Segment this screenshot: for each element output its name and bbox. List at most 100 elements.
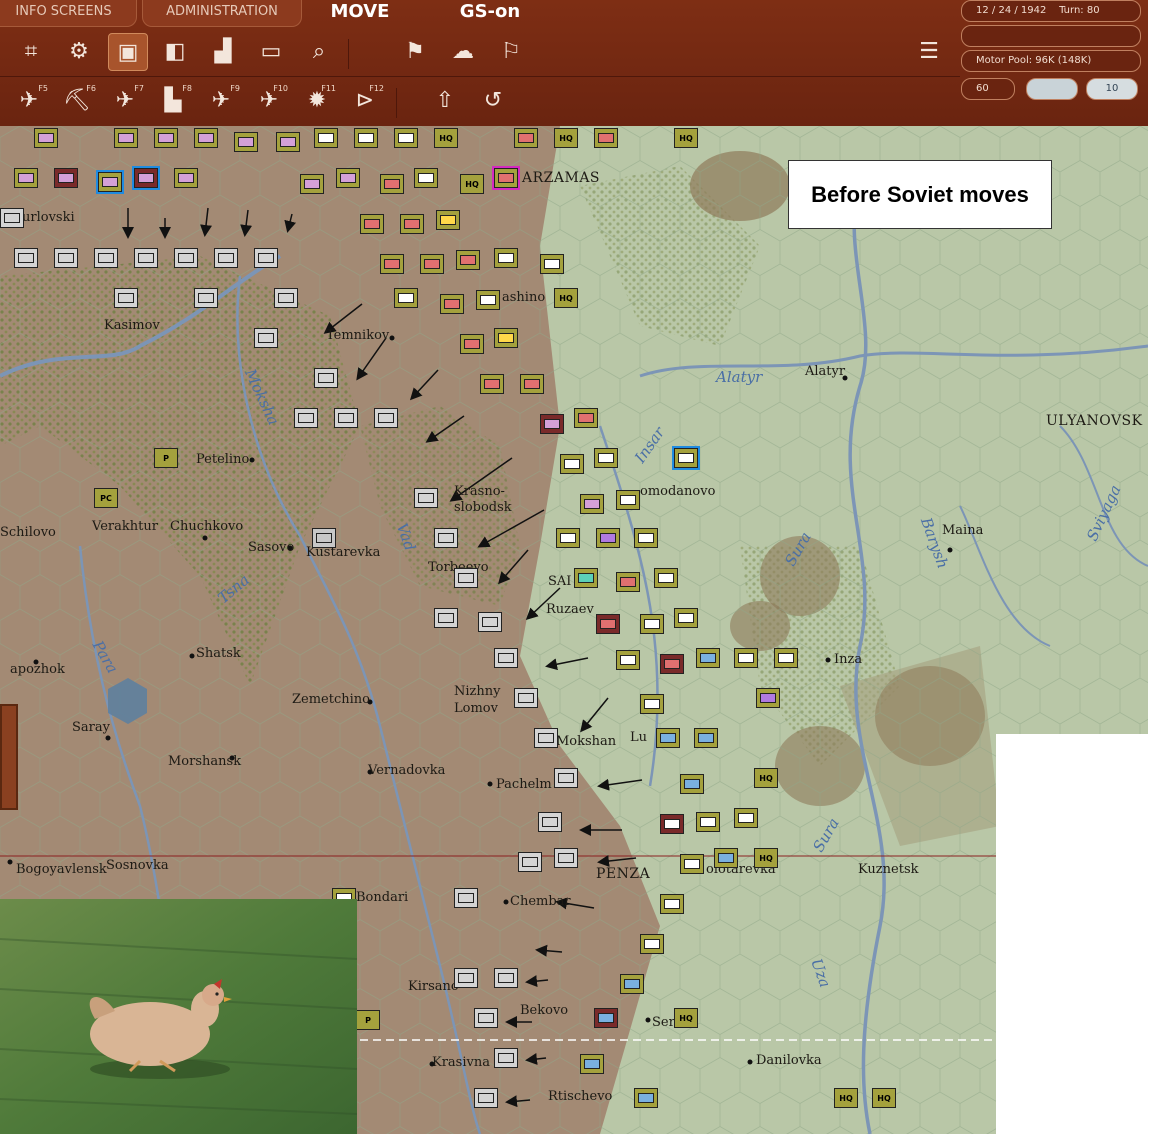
axis-unit[interactable]	[494, 328, 518, 348]
axis-unit-selected[interactable]	[132, 166, 160, 190]
soviet-unit[interactable]	[134, 248, 158, 268]
axis-unit[interactable]	[696, 648, 720, 668]
axis-unit[interactable]	[660, 894, 684, 914]
axis-unit[interactable]	[734, 648, 758, 668]
axis-hq[interactable]: HQ	[674, 128, 698, 148]
weather-toggle[interactable]	[1026, 78, 1078, 100]
soviet-unit[interactable]	[194, 288, 218, 308]
axis-unit[interactable]	[774, 648, 798, 668]
weather-button[interactable]: ☁	[444, 33, 482, 69]
axis-unit-selected[interactable]	[492, 166, 520, 190]
partisan-marker[interactable]: PC	[94, 488, 118, 508]
axis-unit[interactable]	[680, 774, 704, 794]
axis-unit[interactable]	[336, 168, 360, 188]
axis-unit[interactable]	[300, 174, 324, 194]
air-recon-button[interactable]: ⊳ F12	[346, 82, 384, 118]
axis-unit[interactable]	[574, 568, 598, 588]
axis-unit-selected[interactable]	[96, 170, 124, 194]
hex-box-button[interactable]: ▭	[252, 33, 290, 69]
axis-hq[interactable]: HQ	[754, 768, 778, 788]
axis-unit[interactable]	[616, 650, 640, 670]
axis-hq[interactable]: HQ	[460, 174, 484, 194]
axis-unit[interactable]	[494, 248, 518, 268]
interdiction-button[interactable]: ✈ F7	[106, 82, 144, 118]
tab-info-screens[interactable]: INFO SCREENS	[0, 0, 137, 27]
axis-unit[interactable]	[420, 254, 444, 274]
soviet-unit[interactable]	[374, 408, 398, 428]
soviet-unit[interactable]	[494, 968, 518, 988]
axis-unit[interactable]	[456, 250, 480, 270]
axis-unit[interactable]	[314, 128, 338, 148]
soviet-unit[interactable]	[514, 688, 538, 708]
axis-unit[interactable]	[514, 128, 538, 148]
axis-unit[interactable]	[594, 448, 618, 468]
axis-unit[interactable]	[360, 214, 384, 234]
menu-button[interactable]: ☰	[910, 33, 948, 69]
soviet-unit[interactable]	[534, 728, 558, 748]
axis-unit[interactable]	[574, 408, 598, 428]
axis-unit[interactable]	[154, 128, 178, 148]
axis-unit[interactable]	[660, 654, 684, 674]
axis-unit[interactable]	[234, 132, 258, 152]
soviet-unit[interactable]	[554, 848, 578, 868]
soviet-unit[interactable]	[0, 208, 24, 228]
soviet-unit[interactable]	[538, 812, 562, 832]
axis-unit[interactable]	[14, 168, 38, 188]
partisan-marker[interactable]: P	[154, 448, 178, 468]
air-transfer-button[interactable]: ✈ F10	[250, 82, 288, 118]
counter-toggle[interactable]: 10	[1086, 78, 1138, 100]
axis-unit[interactable]	[674, 608, 698, 628]
production-button[interactable]: ▟	[204, 33, 242, 69]
move-up-button[interactable]: ⇧	[426, 82, 464, 118]
soviet-unit[interactable]	[174, 248, 198, 268]
ground-attack-button[interactable]: ✹ F11	[298, 82, 336, 118]
axis-unit[interactable]	[620, 974, 644, 994]
axis-unit[interactable]	[656, 728, 680, 748]
soviet-unit[interactable]	[454, 968, 478, 988]
soviet-unit[interactable]	[54, 248, 78, 268]
unit-frame-button[interactable]: ⌗	[12, 33, 50, 69]
axis-unit[interactable]	[640, 614, 664, 634]
axis-unit[interactable]	[194, 128, 218, 148]
axis-unit[interactable]	[594, 1008, 618, 1028]
axis-unit[interactable]	[394, 128, 418, 148]
soviet-unit[interactable]	[314, 368, 338, 388]
axis-unit[interactable]	[680, 854, 704, 874]
axis-unit[interactable]	[580, 1054, 604, 1074]
axis-unit[interactable]	[540, 254, 564, 274]
rail-repair-button[interactable]: ⛏ F6	[58, 82, 96, 118]
axis-hq[interactable]: HQ	[834, 1088, 858, 1108]
axis-unit[interactable]	[354, 128, 378, 148]
axis-unit[interactable]	[694, 728, 718, 748]
axis-hq[interactable]: HQ	[872, 1088, 896, 1108]
soviet-unit[interactable]	[414, 488, 438, 508]
axis-unit[interactable]	[596, 528, 620, 548]
stack-button[interactable]: ◧	[156, 33, 194, 69]
axis-unit[interactable]	[440, 294, 464, 314]
axis-unit[interactable]	[380, 254, 404, 274]
soviet-unit[interactable]	[254, 248, 278, 268]
axis-unit[interactable]	[480, 374, 504, 394]
axis-hq[interactable]: HQ	[754, 848, 778, 868]
soviet-unit[interactable]	[274, 288, 298, 308]
soviet-unit[interactable]	[494, 648, 518, 668]
soviet-unit[interactable]	[474, 1088, 498, 1108]
axis-unit[interactable]	[34, 128, 58, 148]
axis-unit[interactable]	[660, 814, 684, 834]
axis-unit[interactable]	[394, 288, 418, 308]
soviet-unit[interactable]	[478, 612, 502, 632]
soviet-unit[interactable]	[312, 528, 336, 548]
axis-unit[interactable]	[54, 168, 78, 188]
soviet-unit[interactable]	[554, 768, 578, 788]
soviet-unit[interactable]	[474, 1008, 498, 1028]
axis-unit[interactable]	[696, 812, 720, 832]
soviet-unit[interactable]	[214, 248, 238, 268]
soviet-unit[interactable]	[114, 288, 138, 308]
city-bombing-button[interactable]: ▙ F8	[154, 82, 192, 118]
axis-unit[interactable]	[414, 168, 438, 188]
axis-unit[interactable]	[616, 490, 640, 510]
axis-unit[interactable]	[114, 128, 138, 148]
axis-unit-selected[interactable]	[672, 446, 700, 470]
axis-unit[interactable]	[756, 688, 780, 708]
axis-hq[interactable]: HQ	[434, 128, 458, 148]
